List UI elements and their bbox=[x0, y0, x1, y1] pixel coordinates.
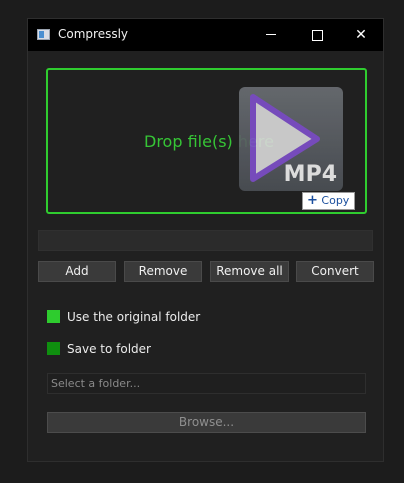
use-original-folder-label[interactable]: Use the original folder bbox=[67, 310, 200, 324]
folder-path-input[interactable] bbox=[47, 373, 366, 394]
remove-button[interactable]: Remove bbox=[124, 261, 202, 282]
window-title: Compressly bbox=[58, 27, 129, 41]
close-icon: ✕ bbox=[355, 27, 367, 43]
progress-bar bbox=[38, 230, 373, 251]
app-icon bbox=[37, 29, 50, 40]
copy-badge-label: Copy bbox=[321, 194, 350, 207]
minimize-icon bbox=[266, 34, 276, 35]
save-to-folder-checkbox[interactable] bbox=[47, 342, 60, 355]
mp4-label: MP4 bbox=[283, 162, 337, 187]
browse-button[interactable]: Browse... bbox=[47, 412, 366, 433]
use-original-folder-checkbox[interactable] bbox=[47, 310, 60, 323]
mp4-file-icon: MP4 bbox=[239, 87, 343, 191]
file-drop-zone[interactable]: Drop file(s) here MP4 + Copy bbox=[46, 68, 367, 214]
add-button[interactable]: Add bbox=[38, 261, 116, 282]
title-bar[interactable]: Compressly ✕ bbox=[28, 19, 383, 51]
close-button[interactable]: ✕ bbox=[338, 19, 384, 51]
app-window: Compressly ✕ Drop file(s) here MP4 + Cop… bbox=[27, 18, 384, 462]
save-to-folder-label[interactable]: Save to folder bbox=[67, 342, 151, 356]
minimize-button[interactable] bbox=[248, 19, 294, 51]
plus-icon: + bbox=[307, 193, 318, 208]
copy-drag-badge: + Copy bbox=[302, 192, 355, 210]
maximize-button[interactable] bbox=[294, 19, 340, 51]
remove-all-button[interactable]: Remove all bbox=[210, 261, 289, 282]
convert-button[interactable]: Convert bbox=[296, 261, 374, 282]
maximize-icon bbox=[312, 30, 323, 41]
